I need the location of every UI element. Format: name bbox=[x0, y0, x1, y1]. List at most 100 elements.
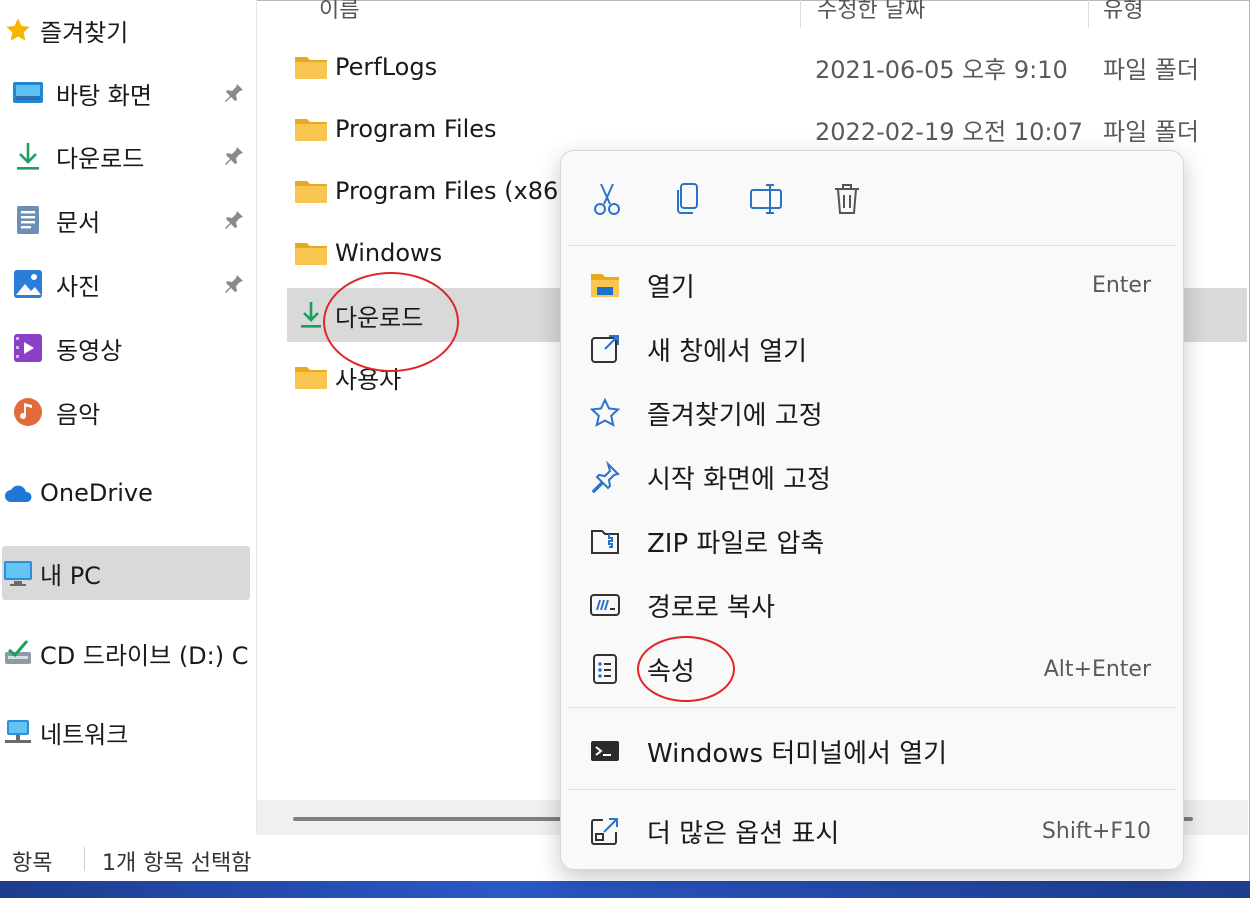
star-icon bbox=[2, 14, 34, 46]
file-name: Program Files bbox=[335, 115, 497, 143]
delete-button[interactable] bbox=[825, 177, 869, 221]
menu-item-pin-start[interactable]: 시작 화면에 고정 bbox=[561, 447, 1183, 507]
status-separator bbox=[84, 847, 85, 871]
menu-item-label: 새 창에서 열기 bbox=[647, 336, 808, 367]
menu-item-properties[interactable]: 속성 Alt+Enter bbox=[561, 639, 1183, 699]
file-row-perflogs[interactable]: PerfLogs 2021-06-05 오후 9:10 파일 폴더 bbox=[287, 40, 1247, 94]
file-name: PerfLogs bbox=[335, 53, 438, 81]
menu-item-label: 속성 bbox=[647, 656, 695, 687]
folder-icon bbox=[295, 119, 327, 141]
status-selection: 1개 항목 선택함 bbox=[102, 851, 252, 876]
sidebar-item-favorites[interactable]: 즐겨찾기 bbox=[2, 3, 250, 57]
menu-item-copy-path[interactable]: 경로로 복사 bbox=[561, 575, 1183, 635]
sidebar-item-cd-drive[interactable]: CD 드라이브 (D:) C bbox=[2, 626, 250, 680]
document-icon bbox=[12, 204, 44, 236]
properties-icon bbox=[593, 654, 617, 684]
menu-separator bbox=[567, 789, 1177, 790]
copy-icon bbox=[677, 183, 698, 214]
menu-shortcut: Shift+F10 bbox=[1041, 818, 1151, 844]
pin-icon[interactable] bbox=[222, 81, 246, 105]
videos-icon bbox=[12, 332, 44, 364]
desktop-icon bbox=[12, 77, 44, 109]
sidebar-item-videos[interactable]: 동영상 bbox=[2, 321, 250, 375]
sidebar-item-documents[interactable]: 문서 bbox=[2, 193, 250, 247]
menu-item-open[interactable]: 열기 Enter bbox=[561, 255, 1183, 315]
column-separator[interactable] bbox=[800, 0, 801, 28]
file-type: 파일 폴더 bbox=[1103, 117, 1199, 146]
network-icon bbox=[2, 716, 34, 748]
column-header-date[interactable]: 수정한 날짜 bbox=[817, 0, 925, 24]
pin-icon[interactable] bbox=[222, 272, 246, 296]
sidebar-item-label: 네트워크 bbox=[40, 720, 129, 749]
sidebar-item-label: 다운로드 bbox=[56, 144, 145, 173]
menu-shortcut: Enter bbox=[1091, 272, 1151, 298]
music-icon bbox=[12, 396, 44, 428]
sidebar-item-pictures[interactable]: 사진 bbox=[2, 257, 250, 311]
copy-button[interactable] bbox=[665, 177, 709, 221]
folder-icon bbox=[295, 181, 327, 203]
rename-icon bbox=[750, 184, 782, 214]
cut-icon bbox=[594, 183, 620, 215]
column-header-name[interactable]: 이름 bbox=[319, 0, 359, 24]
menu-shortcut: Alt+Enter bbox=[1043, 656, 1151, 682]
sidebar-item-downloads[interactable]: 다운로드 bbox=[2, 129, 250, 183]
delete-icon bbox=[835, 184, 859, 214]
cloud-icon bbox=[2, 477, 34, 509]
menu-item-label: ZIP 파일로 압축 bbox=[647, 528, 825, 559]
pc-icon bbox=[2, 557, 34, 589]
menu-item-label: Windows 터미널에서 열기 bbox=[647, 738, 948, 769]
new-window-icon bbox=[591, 335, 619, 363]
cut-button[interactable] bbox=[585, 177, 629, 221]
open-folder-icon bbox=[591, 274, 619, 297]
folder-icon bbox=[295, 367, 327, 389]
menu-item-label: 더 많은 옵션 표시 bbox=[647, 818, 840, 849]
menu-item-show-more-options[interactable]: 더 많은 옵션 표시 Shift+F10 bbox=[561, 801, 1183, 861]
sidebar-item-desktop[interactable]: 바탕 화면 bbox=[2, 66, 250, 120]
menu-separator bbox=[567, 707, 1177, 708]
file-row-program-files[interactable]: Program Files 2022-02-19 오전 10:07 파일 폴더 bbox=[287, 102, 1247, 156]
copy-path-icon bbox=[590, 594, 620, 616]
rename-button[interactable] bbox=[745, 177, 789, 221]
column-header-type[interactable]: 유형 bbox=[1103, 0, 1143, 24]
menu-item-label: 시작 화면에 고정 bbox=[647, 464, 831, 495]
menu-item-pin-favorites[interactable]: 즐겨찾기에 고정 bbox=[561, 383, 1183, 443]
menu-separator bbox=[567, 245, 1177, 246]
pin-icon[interactable] bbox=[222, 144, 246, 168]
navigation-pane: 즐겨찾기 바탕 화면 다운로드 문서 사진 동영상 음악 OneDrive 내 … bbox=[0, 0, 256, 835]
file-date: 2022-02-19 오전 10:07 bbox=[815, 117, 1084, 146]
download-icon bbox=[301, 302, 321, 328]
pin-outline-icon bbox=[591, 461, 620, 493]
menu-item-label: 열기 bbox=[647, 272, 695, 303]
sidebar-item-label: OneDrive bbox=[40, 479, 153, 507]
menu-item-label: 즐겨찾기에 고정 bbox=[647, 400, 823, 431]
pin-icon[interactable] bbox=[222, 208, 246, 232]
terminal-icon bbox=[591, 741, 619, 761]
star-outline-icon bbox=[589, 397, 621, 427]
menu-item-label: 경로로 복사 bbox=[647, 592, 775, 623]
sidebar-item-label: 내 PC bbox=[40, 561, 101, 590]
sidebar-item-label: CD 드라이브 (D:) C bbox=[40, 641, 249, 670]
column-separator[interactable] bbox=[1088, 0, 1089, 28]
sidebar-item-label: 사진 bbox=[56, 272, 101, 301]
folder-icon bbox=[295, 57, 327, 79]
file-type: 파일 폴더 bbox=[1103, 55, 1199, 84]
zip-icon bbox=[591, 530, 619, 554]
cd-drive-icon bbox=[2, 637, 34, 669]
download-icon bbox=[12, 140, 44, 172]
pictures-icon bbox=[12, 268, 44, 300]
sidebar-item-label: 바탕 화면 bbox=[56, 81, 152, 110]
more-options-icon bbox=[591, 818, 618, 845]
sidebar-item-network[interactable]: 네트워크 bbox=[2, 705, 250, 759]
menu-item-compress-zip[interactable]: ZIP 파일로 압축 bbox=[561, 511, 1183, 571]
status-items: 항목 bbox=[12, 851, 53, 876]
taskbar bbox=[0, 881, 1250, 898]
file-date: 2021-06-05 오후 9:10 bbox=[815, 55, 1068, 84]
menu-item-open-new-window[interactable]: 새 창에서 열기 bbox=[561, 319, 1183, 379]
sidebar-item-music[interactable]: 음악 bbox=[2, 385, 250, 439]
context-menu: 열기 Enter 새 창에서 열기 즐겨찾기에 고정 시작 화면에 고정 ZIP… bbox=[560, 150, 1184, 870]
folder-icon bbox=[295, 243, 327, 265]
sidebar-item-this-pc[interactable]: 내 PC bbox=[2, 546, 250, 600]
sidebar-item-onedrive[interactable]: OneDrive bbox=[2, 466, 250, 520]
sidebar-item-label: 동영상 bbox=[56, 336, 123, 365]
menu-item-open-terminal[interactable]: Windows 터미널에서 열기 bbox=[561, 721, 1183, 781]
